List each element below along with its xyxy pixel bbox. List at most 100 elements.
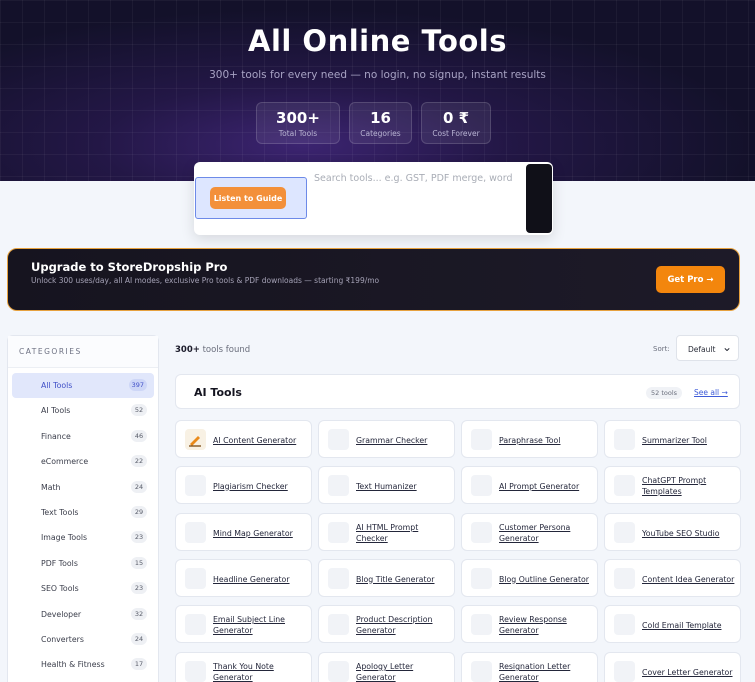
sidebar-item-finance[interactable]: Finance 46 bbox=[12, 424, 154, 449]
tool-card-label: Blog Title Generator bbox=[356, 574, 435, 584]
tool-icon bbox=[471, 614, 492, 635]
tool-icon bbox=[328, 475, 349, 496]
promo-title: Upgrade to StoreDropship Pro bbox=[31, 260, 228, 274]
tool-card[interactable]: Content Idea Generator bbox=[604, 559, 741, 597]
tool-icon bbox=[328, 568, 349, 589]
tool-card[interactable]: Text Humanizer bbox=[318, 466, 455, 504]
sidebar-item-seo-tools[interactable]: SEO Tools 23 bbox=[12, 576, 154, 601]
tool-icon bbox=[471, 522, 492, 543]
tool-card[interactable]: Apology Letter Generator bbox=[318, 652, 455, 682]
tool-card[interactable]: Plagiarism Checker bbox=[175, 466, 312, 504]
tool-card-label: Blog Outline Generator bbox=[499, 574, 589, 584]
sidebar-item-label: Developer bbox=[41, 609, 82, 619]
get-pro-button[interactable]: Get Pro → bbox=[656, 266, 725, 293]
tool-card[interactable]: Resignation Letter Generator bbox=[461, 652, 598, 682]
sidebar-item-count: 15 bbox=[131, 556, 147, 569]
tool-icon bbox=[614, 568, 635, 589]
tool-card[interactable]: Review Response Generator bbox=[461, 605, 598, 643]
tool-icon bbox=[614, 614, 635, 635]
sidebar-item-ecommerce[interactable]: eCommerce 22 bbox=[12, 449, 154, 474]
tool-icon bbox=[328, 661, 349, 682]
tool-card[interactable]: Cover Letter Generator bbox=[604, 652, 741, 682]
tool-card-label: Summarizer Tool bbox=[642, 435, 707, 445]
sidebar-item-count: 17 bbox=[131, 658, 147, 671]
sort-selected-value: Default bbox=[688, 345, 716, 354]
tool-card[interactable]: Summarizer Tool bbox=[604, 420, 741, 458]
tool-card[interactable]: Cold Email Template bbox=[604, 605, 741, 643]
tool-card[interactable]: Blog Outline Generator bbox=[461, 559, 598, 597]
tool-card[interactable]: ChatGPT Prompt Templates bbox=[604, 466, 741, 504]
chevron-down-icon: ⌄ bbox=[721, 340, 732, 354]
tool-card[interactable]: AI Content Generator bbox=[175, 420, 312, 458]
tool-icon bbox=[185, 522, 206, 543]
sidebar-item-count: 22 bbox=[131, 455, 147, 468]
categories-sidebar: CATEGORIES All Tools 397 AI Tools 52 Finance… bbox=[7, 335, 159, 682]
tool-card-label: Content Idea Generator bbox=[642, 574, 735, 584]
sidebar-item-count: 23 bbox=[131, 582, 147, 595]
sidebar-item-math[interactable]: Math 24 bbox=[12, 475, 154, 500]
tool-card[interactable]: YouTube SEO Studio bbox=[604, 513, 741, 551]
tool-card[interactable]: Paraphrase Tool bbox=[461, 420, 598, 458]
sidebar-item-developer[interactable]: Developer 32 bbox=[12, 602, 154, 627]
tool-card-label: Paraphrase Tool bbox=[499, 435, 561, 445]
guide-highlight: Listen to Guide bbox=[195, 177, 307, 219]
sidebar-item-all-tools[interactable]: All Tools 397 bbox=[12, 373, 154, 399]
see-all-link[interactable]: See all → bbox=[694, 388, 728, 397]
tool-card[interactable]: AI HTML Prompt Checker bbox=[318, 513, 455, 551]
sidebar-item-pdf-tools[interactable]: PDF Tools 15 bbox=[12, 551, 154, 576]
sidebar-item-count: 29 bbox=[131, 505, 147, 518]
tool-card[interactable]: Headline Generator bbox=[175, 559, 312, 597]
sidebar-item-count: 23 bbox=[131, 531, 147, 544]
tool-card-label: Grammar Checker bbox=[356, 435, 428, 445]
ai-tools-section-header: AI Tools 52 tools See all → bbox=[175, 374, 740, 409]
tool-card-label: Resignation Letter Generator bbox=[499, 662, 571, 682]
results-count: 300+ tools found bbox=[175, 345, 250, 355]
tool-icon bbox=[614, 661, 635, 682]
sidebar-item-label: Finance bbox=[41, 431, 71, 441]
results-suffix: tools found bbox=[199, 345, 251, 355]
sidebar-item-count: 24 bbox=[131, 480, 147, 493]
sidebar-item-label: All Tools bbox=[41, 381, 73, 390]
listen-guide-button[interactable]: Listen to Guide bbox=[210, 187, 286, 209]
tool-icon bbox=[185, 475, 206, 496]
search-submit-button[interactable] bbox=[526, 164, 552, 233]
sidebar-item-text-tools[interactable]: Text Tools 29 bbox=[12, 500, 154, 525]
tool-card-label: Plagiarism Checker bbox=[213, 481, 288, 491]
tool-card[interactable]: Grammar Checker bbox=[318, 420, 455, 458]
sidebar-item-converters[interactable]: Converters 24 bbox=[12, 627, 154, 652]
sidebar-item-label: eCommerce bbox=[41, 457, 89, 467]
tool-card[interactable]: AI Prompt Generator bbox=[461, 466, 598, 504]
tool-card[interactable]: Thank You Note Generator bbox=[175, 652, 312, 682]
tool-card[interactable]: Mind Map Generator bbox=[175, 513, 312, 551]
sort-dropdown[interactable]: Default ⌄ bbox=[676, 335, 739, 361]
tool-card-label: ChatGPT Prompt Templates bbox=[642, 476, 707, 496]
stat-cost-forever: 0 ₹ Cost Forever bbox=[421, 102, 491, 144]
tool-icon bbox=[471, 661, 492, 682]
search-input[interactable] bbox=[314, 168, 514, 188]
sidebar-item-count: 46 bbox=[131, 429, 147, 442]
tool-card[interactable]: Blog Title Generator bbox=[318, 559, 455, 597]
tool-icon bbox=[614, 475, 635, 496]
tool-card[interactable]: Customer Persona Generator bbox=[461, 513, 598, 551]
sidebar-item-image-tools[interactable]: Image Tools 23 bbox=[12, 525, 154, 550]
tool-card-label: Text Humanizer bbox=[356, 481, 417, 491]
tool-card-label: Customer Persona Generator bbox=[499, 523, 571, 543]
sidebar-item-label: AI Tools bbox=[41, 406, 71, 416]
results-number: 300+ bbox=[175, 345, 200, 355]
tool-card[interactable]: Product Description Generator bbox=[318, 605, 455, 643]
sidebar-item-label: PDF Tools bbox=[41, 558, 78, 568]
page-subtitle: 300+ tools for every need — no login, no… bbox=[209, 69, 546, 81]
search-card: Listen to Guide bbox=[194, 162, 553, 235]
sidebar-item-count: 24 bbox=[131, 632, 147, 645]
tool-card[interactable]: Email Subject Line Generator bbox=[175, 605, 312, 643]
sidebar-item-health-fitness[interactable]: Health & Fitness 17 bbox=[12, 652, 154, 677]
pen-icon bbox=[185, 429, 206, 450]
tool-card-label: Review Response Generator bbox=[499, 615, 567, 635]
stat-value: 0 ₹ bbox=[442, 109, 470, 127]
tool-card-label: AI HTML Prompt Checker bbox=[356, 523, 419, 543]
sidebar-item-label: Math bbox=[41, 482, 61, 492]
section-title: AI Tools bbox=[194, 386, 242, 399]
tool-card-label: Cover Letter Generator bbox=[642, 667, 733, 677]
sidebar-item-ai-tools[interactable]: AI Tools 52 bbox=[12, 398, 154, 423]
tool-card-label: Apology Letter Generator bbox=[356, 662, 414, 682]
